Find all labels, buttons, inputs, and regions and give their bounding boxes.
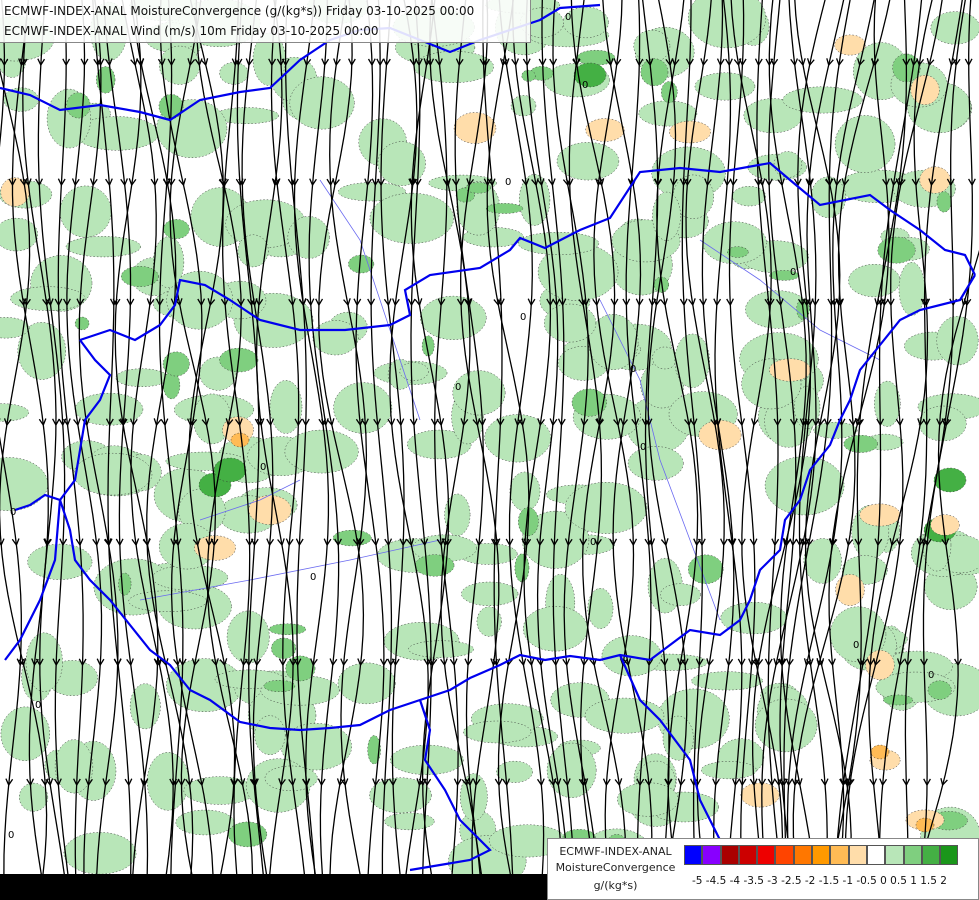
divergence-area [930, 514, 960, 536]
legend-swatch-12 [903, 845, 922, 865]
convergence-area [54, 739, 94, 794]
convergence-area [59, 185, 112, 238]
legend-ticks: -5 -4.5 -4 -3.5 -3 -2.5 -2 -1.5 -1 -0.5 … [692, 875, 947, 887]
convergence-area [269, 380, 303, 434]
convergence-area [627, 446, 684, 481]
contour-label: 0 [928, 670, 934, 681]
convergence-area [337, 662, 396, 705]
convergence-area [509, 471, 541, 512]
convergence-area-mid [263, 680, 296, 693]
legend-swatch-13 [921, 845, 941, 865]
convergence-area-mid [271, 637, 297, 660]
title-wind: ECMWF-INDEX-ANAL Wind (m/s) 10m Friday 0… [4, 24, 379, 38]
convergence-area-mid [163, 219, 190, 239]
weather-map: 0 0 0 0 0 0 0 0 0 0 0 0 0 0 0 0 [0, 0, 979, 900]
contour-label: 0 [590, 537, 596, 548]
convergence-area [420, 295, 487, 340]
legend-source: ECMWF-INDEX-ANAL [559, 845, 672, 858]
convergence-area-mid [514, 553, 530, 583]
convergence-area [930, 11, 979, 45]
convergence-area [601, 635, 662, 677]
convergence-area-mid [414, 554, 455, 577]
legend-swatch-1 [702, 845, 721, 865]
divergence-area-strong [230, 432, 250, 448]
contour-label: 0 [260, 462, 266, 473]
convergence-area [898, 262, 925, 316]
convergence-area [159, 45, 201, 85]
convergence-area [732, 186, 766, 207]
legend-swatch-2 [720, 845, 739, 865]
legend-swatch-10 [866, 845, 886, 865]
convergence-area [660, 583, 701, 606]
convergence-area [254, 715, 286, 756]
contour-label: 0 [35, 700, 41, 711]
contour-label: 0 [505, 177, 511, 188]
legend-swatch-4 [757, 845, 776, 865]
contour-label: 0 [455, 382, 461, 393]
legend-swatch-8 [830, 845, 849, 865]
convergence-area [18, 782, 49, 812]
convergence-area [701, 761, 757, 780]
convergence-area-mid [118, 572, 132, 596]
legend-swatch-7 [812, 845, 831, 865]
contour-label: 0 [10, 507, 16, 518]
convergence-area [115, 368, 169, 387]
convergence-area-mid [268, 623, 307, 635]
convergence-area-mid [843, 434, 878, 453]
legend-unit: g/(kg*s) [593, 879, 638, 892]
contour-label: 0 [520, 312, 526, 323]
contour-label: 0 [853, 640, 859, 651]
convergence-area [408, 640, 474, 658]
contour-label: 0 [790, 267, 796, 278]
title-moisture-convergence: ECMWF-INDEX-ANAL MoistureConvergence (g/… [4, 4, 475, 18]
legend-swatch-5 [775, 845, 794, 865]
convergence-area [584, 697, 665, 734]
contour-label: 0 [565, 12, 571, 23]
convergence-area-mid [66, 92, 91, 119]
convergence-area [522, 606, 588, 652]
convergence-area [226, 610, 270, 664]
convergence-area [384, 812, 435, 831]
legend-swatch-14 [940, 845, 959, 865]
convergence-area-mid [883, 694, 914, 706]
convergence-area [564, 482, 648, 534]
convergence-area [463, 720, 532, 744]
convergence-area [128, 590, 207, 612]
contour-label: 0 [640, 442, 646, 453]
convergence-area-mid [936, 191, 952, 213]
divergence-area [834, 34, 866, 56]
legend-swatch-9 [848, 845, 867, 865]
contour-label: 0 [630, 364, 636, 375]
contour-label: 0 [310, 572, 316, 583]
contour-label: 0 [8, 830, 14, 841]
convergence-area [834, 115, 896, 173]
convergence-area-mid [640, 58, 669, 87]
legend-swatch-6 [793, 845, 813, 865]
legend-swatches [684, 845, 959, 865]
convergence-area [461, 581, 519, 606]
convergence-area [694, 72, 756, 101]
legend-swatch-3 [738, 845, 758, 865]
convergence-area-mid [927, 680, 952, 700]
convergence-area-mid [74, 316, 90, 331]
color-legend: ECMWF-INDEX-ANAL MoistureConvergence g/(… [547, 838, 979, 900]
convergence-area-strong [213, 457, 247, 483]
legend-swatch-11 [885, 845, 904, 865]
convergence-area [803, 538, 842, 584]
bottom-black-strip [0, 874, 547, 900]
divergence-area [453, 112, 497, 144]
legend-variable: MoistureConvergence [555, 861, 676, 874]
contour-label: 0 [582, 80, 588, 91]
convergence-area-mid [485, 203, 524, 214]
title-box: ECMWF-INDEX-ANAL MoistureConvergence (g/… [0, 0, 531, 43]
convergence-area [662, 715, 694, 761]
divergence-area [248, 495, 292, 525]
legend-swatch-0 [684, 845, 703, 865]
convergence-area [848, 264, 901, 298]
convergence-area [702, 221, 767, 265]
